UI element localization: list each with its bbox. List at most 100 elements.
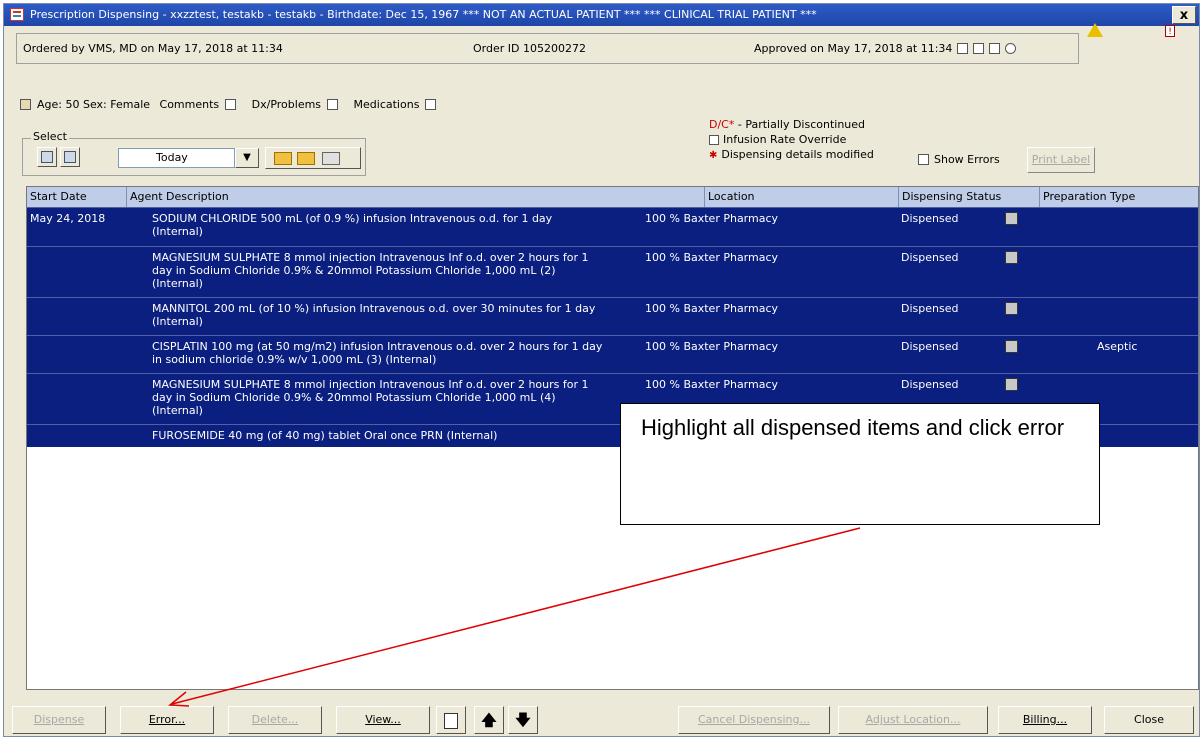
- window-title: Prescription Dispensing - xxzztest, test…: [30, 8, 817, 21]
- order-id-text: Order ID 105200272: [473, 42, 586, 55]
- row-description: SODIUM CHLORIDE 500 mL (of 0.9 %) infusi…: [152, 212, 553, 238]
- row-status: Dispensed: [901, 378, 959, 391]
- table-row[interactable]: MAGNESIUM SULPHATE 8 mmol injection Intr…: [27, 246, 1198, 297]
- row-status: Dispensed: [901, 251, 959, 264]
- dc-code: D/C*: [709, 118, 735, 131]
- billing-label: Billing...: [1022, 713, 1068, 726]
- error-label: Error...: [148, 713, 186, 726]
- header-preparation-type[interactable]: Preparation Type: [1040, 187, 1198, 207]
- arrow-up-icon: 🡅: [481, 711, 497, 729]
- dispense-button[interactable]: Dispense: [12, 706, 106, 734]
- medications-label: Medications: [353, 98, 420, 111]
- ordered-by-text: Ordered by VMS, MD on May 17, 2018 at 11…: [23, 42, 283, 55]
- table-header: Start Date Agent Description Location Di…: [27, 187, 1198, 207]
- delete-label: Delete...: [251, 713, 299, 726]
- comments-icon[interactable]: [225, 99, 237, 110]
- open-folder-icon[interactable]: [274, 152, 292, 165]
- row-status: Dispensed: [901, 340, 959, 353]
- close-button[interactable]: Close: [1104, 706, 1194, 734]
- dc-text: - Partially Discontinued: [734, 118, 866, 131]
- checkbox-icon: [918, 154, 929, 165]
- approved-label: Approved on May 17, 2018 at 11:34: [754, 42, 953, 55]
- select-group: Select Today ▼: [22, 130, 366, 176]
- header-start-date[interactable]: Start Date: [27, 187, 127, 207]
- notes-button[interactable]: [436, 706, 466, 734]
- show-errors-checkbox[interactable]: Show Errors: [918, 153, 1000, 166]
- alert-document-icon[interactable]: !: [1165, 25, 1175, 37]
- table-row[interactable]: May 24, 2018 SODIUM CHLORIDE 500 mL (of …: [27, 207, 1198, 246]
- header-location[interactable]: Location: [705, 187, 899, 207]
- print-label-button[interactable]: Print Label: [1027, 147, 1095, 173]
- dispense-label: Dispense: [33, 713, 85, 726]
- move-down-button[interactable]: 🡇: [508, 706, 538, 734]
- chevron-down-icon: ▼: [243, 152, 251, 163]
- deselect-all-button[interactable]: [60, 147, 80, 167]
- legend-dc: D/C* - Partially Discontinued: [709, 117, 874, 132]
- row-description: CISPLATIN 100 mg (at 50 mg/m2) infusion …: [152, 340, 603, 366]
- close-label: Close: [1134, 713, 1164, 726]
- medications-icon[interactable]: [425, 99, 437, 110]
- status-legend: D/C* - Partially Discontinued Infusion R…: [709, 117, 874, 162]
- table-row[interactable]: MANNITOL 200 mL (of 10 %) infusion Intra…: [27, 297, 1198, 335]
- dx-problems-label: Dx/Problems: [251, 98, 322, 111]
- view-button[interactable]: View...: [336, 706, 430, 734]
- age-sex-text: Age: 50 Sex: Female: [37, 98, 151, 111]
- deselect-all-icon: [64, 151, 76, 163]
- row-description: MAGNESIUM SULPHATE 8 mmol injection Intr…: [152, 251, 589, 290]
- row-dispense-checkbox[interactable]: [1005, 251, 1018, 264]
- header-dispensing-status[interactable]: Dispensing Status: [899, 187, 1040, 207]
- row-start-date: May 24, 2018: [30, 212, 106, 225]
- prescription-dispensing-window: Prescription Dispensing - xxzztest, test…: [3, 3, 1200, 737]
- infusion-text: Infusion Rate Override: [723, 133, 847, 146]
- view-label: View...: [365, 713, 401, 726]
- header-agent-description[interactable]: Agent Description: [127, 187, 705, 207]
- row-location: 100 % Baxter Pharmacy: [645, 340, 779, 353]
- legend-infusion: Infusion Rate Override: [709, 132, 874, 147]
- notes-icon: [444, 712, 458, 729]
- row-location: 100 % Baxter Pharmacy: [645, 212, 779, 225]
- row-dispense-checkbox[interactable]: [1005, 212, 1018, 225]
- order-info-bar: Ordered by VMS, MD on May 17, 2018 at 11…: [16, 33, 1079, 64]
- modified-text: Dispensing details modified: [721, 148, 874, 161]
- billing-button[interactable]: Billing...: [998, 706, 1092, 734]
- row-description: MAGNESIUM SULPHATE 8 mmol injection Intr…: [152, 378, 589, 417]
- row-dispense-checkbox[interactable]: [1005, 340, 1018, 353]
- period-dropdown-button[interactable]: ▼: [235, 148, 259, 168]
- select-legend: Select: [31, 130, 69, 143]
- folder-toolbar: [265, 147, 361, 169]
- row-status: Dispensed: [901, 302, 959, 315]
- error-button[interactable]: Error...: [120, 706, 214, 734]
- folder-icon[interactable]: [297, 152, 315, 165]
- cancel-dispensing-label: Cancel Dispensing...: [698, 713, 810, 726]
- row-dispense-checkbox[interactable]: [1005, 378, 1018, 391]
- magnifier-icon[interactable]: [1005, 43, 1017, 54]
- comment-icon[interactable]: [973, 43, 985, 54]
- period-select[interactable]: Today: [118, 148, 235, 168]
- instruction-callout: Highlight all dispensed items and click …: [620, 403, 1100, 525]
- select-all-icon: [41, 151, 53, 163]
- row-location: 100 % Baxter Pharmacy: [645, 251, 779, 264]
- dx-problems-icon[interactable]: [327, 99, 339, 110]
- move-up-button[interactable]: 🡅: [474, 706, 504, 734]
- document-icon[interactable]: [989, 43, 1001, 54]
- cancel-dispensing-button[interactable]: Cancel Dispensing...: [678, 706, 830, 734]
- show-errors-label: Show Errors: [934, 153, 1000, 166]
- row-description: FUROSEMIDE 40 mg (of 40 mg) tablet Oral …: [152, 429, 498, 442]
- row-location: 100 % Baxter Pharmacy: [645, 378, 779, 391]
- row-dispense-checkbox[interactable]: [1005, 302, 1018, 315]
- select-all-button[interactable]: [37, 147, 57, 167]
- app-icon: [10, 8, 24, 21]
- adjust-location-button[interactable]: Adjust Location...: [838, 706, 988, 734]
- modified-marker-icon: ✱: [709, 150, 718, 161]
- approval-detail-icon[interactable]: [957, 43, 969, 54]
- close-window-button[interactable]: x: [1172, 6, 1196, 24]
- warning-icon[interactable]: [1087, 23, 1103, 37]
- comments-label: Comments: [159, 98, 220, 111]
- delete-button[interactable]: Delete...: [228, 706, 322, 734]
- infusion-override-icon: [709, 135, 719, 145]
- row-description: MANNITOL 200 mL (of 10 %) infusion Intra…: [152, 302, 596, 328]
- title-bar: Prescription Dispensing - xxzztest, test…: [4, 4, 1199, 26]
- table-row[interactable]: CISPLATIN 100 mg (at 50 mg/m2) infusion …: [27, 335, 1198, 373]
- print-icon[interactable]: [322, 152, 340, 165]
- row-status: Dispensed: [901, 212, 959, 225]
